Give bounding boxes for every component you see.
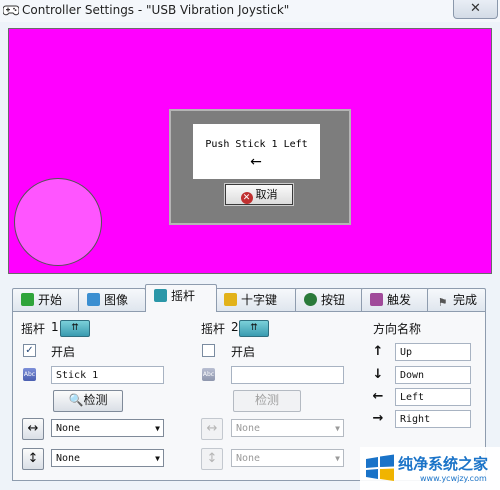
chevron-down-icon: ▼ [335,454,340,463]
dpad-icon [224,293,237,306]
controller-preview: Push Stick 1 Left ← ✕ 取消 [8,28,492,274]
watermark: 纯净系统之家 www.ycwjzy.com [360,447,500,490]
direction-up-input[interactable]: Up [395,343,471,361]
stick2-number: 2 [231,320,239,334]
stick1-joystick-icon: ⇈ [60,320,90,337]
detect-label: 检测 [83,393,108,407]
tab-label: 图像 [104,293,129,307]
stick1-vertical-axis-select[interactable]: None ▼ [51,449,164,467]
trigger-icon [370,293,383,306]
watermark-url: www.ycwjzy.com [420,474,487,483]
chevron-down-icon: ▼ [335,424,340,433]
arrow-up-icon: ↑ [372,344,384,359]
stick2-name-input[interactable] [231,366,344,384]
tab-buttons[interactable]: 按钮 [295,288,363,311]
stick2-horizontal-axis-button[interactable]: ↔ [201,418,223,440]
stick2-detect-button[interactable]: 检测 [233,390,301,412]
stick2-joystick-icon: ⇈ [239,320,269,337]
direction-left-input[interactable]: Left [395,388,471,406]
stick1-number: 1 [51,320,59,334]
stick1-name-input[interactable]: Stick 1 [51,366,164,384]
stick1-detect-button[interactable]: 🔍检测 [53,390,123,412]
watermark-text: 纯净系统之家 [398,455,489,473]
magnifier-icon: 🔍 [68,393,84,407]
chevron-down-icon: ▼ [155,454,160,463]
stick1-enable-label: 开启 [51,345,76,359]
close-icon: ✕ [470,1,481,16]
tab-finish[interactable]: ⚑ 完成 [427,288,486,311]
tab-bar: 开始 图像 摇杆 十字键 按钮 触发 ⚑ 完成 [12,284,486,312]
close-button[interactable]: ✕ [453,0,498,19]
select-value: None [236,423,261,434]
direction-right-input[interactable]: Right [395,410,471,428]
button-icon [304,293,317,306]
tab-dpad[interactable]: 十字键 [215,288,297,311]
tab-trigger[interactable]: 触发 [361,288,429,311]
vertical-arrows-icon: ↕ [206,451,218,466]
controller-settings-window: Controller Settings - "USB Vibration Joy… [0,0,500,490]
cancel-button[interactable]: ✕ 取消 [225,184,293,205]
arrow-left-icon: ← [372,389,384,404]
stick2-horizontal-axis-select[interactable]: None ▼ [231,419,344,437]
arrow-right-icon: → [372,411,384,426]
tab-image[interactable]: 图像 [78,288,146,311]
stick2-enable-checkbox[interactable] [202,344,215,357]
direction-down-input[interactable]: Down [395,366,471,384]
tab-label: 完成 [453,293,478,307]
tab-label: 摇杆 [171,289,196,303]
stick2-enable-label: 开启 [231,345,256,359]
picture-icon [87,293,100,306]
tab-label: 按钮 [321,293,346,307]
stick1-title: 摇杆 [21,322,46,336]
gamepad-icon [3,5,19,16]
stick2-name-icon: Abc [202,368,215,381]
windows-logo-icon [366,454,394,481]
joystick-icon [154,289,167,302]
horizontal-arrows-icon: ↔ [206,421,218,436]
horizontal-arrows-icon: ↔ [27,421,39,436]
tab-label: 十字键 [241,293,278,307]
stick1-vertical-axis-button[interactable]: ↕ [22,448,44,470]
select-value: None [236,453,261,464]
arrow-left-icon: ← [250,154,262,170]
prompt-message: Push Stick 1 Left [205,139,308,150]
select-value: None [56,453,81,464]
chevron-down-icon: ▼ [155,424,160,433]
stick-position-circle [14,178,102,266]
cancel-label: 取消 [255,188,278,201]
flag-icon: ⚑ [437,296,448,309]
stick1-horizontal-axis-button[interactable]: ↔ [22,418,44,440]
prompt-box: Push Stick 1 Left ← [193,124,320,179]
tab-label: 开始 [38,293,63,307]
stick1-horizontal-axis-select[interactable]: None ▼ [51,419,164,437]
stick1-enable-checkbox[interactable]: ✓ [23,344,36,357]
arrow-down-icon: ↓ [372,367,384,382]
stick1-name-icon: Abc [23,368,36,381]
stick2-title: 摇杆 [201,322,226,336]
detect-label: 检测 [254,393,279,407]
tab-start[interactable]: 开始 [12,288,80,311]
stick2-vertical-axis-select[interactable]: None ▼ [231,449,344,467]
tab-stick[interactable]: 摇杆 [145,284,217,312]
direction-names-title: 方向名称 [373,322,422,336]
arrow-right-icon [21,293,34,306]
stick2-vertical-axis-button[interactable]: ↕ [201,448,223,470]
window-title: Controller Settings - "USB Vibration Joy… [22,3,290,17]
vertical-arrows-icon: ↕ [27,451,39,466]
cancel-icon: ✕ [240,192,253,204]
tab-label: 触发 [387,293,412,307]
select-value: None [56,423,81,434]
detect-prompt-dialog: Push Stick 1 Left ← ✕ 取消 [169,109,351,225]
title-bar: Controller Settings - "USB Vibration Joy… [0,0,500,22]
